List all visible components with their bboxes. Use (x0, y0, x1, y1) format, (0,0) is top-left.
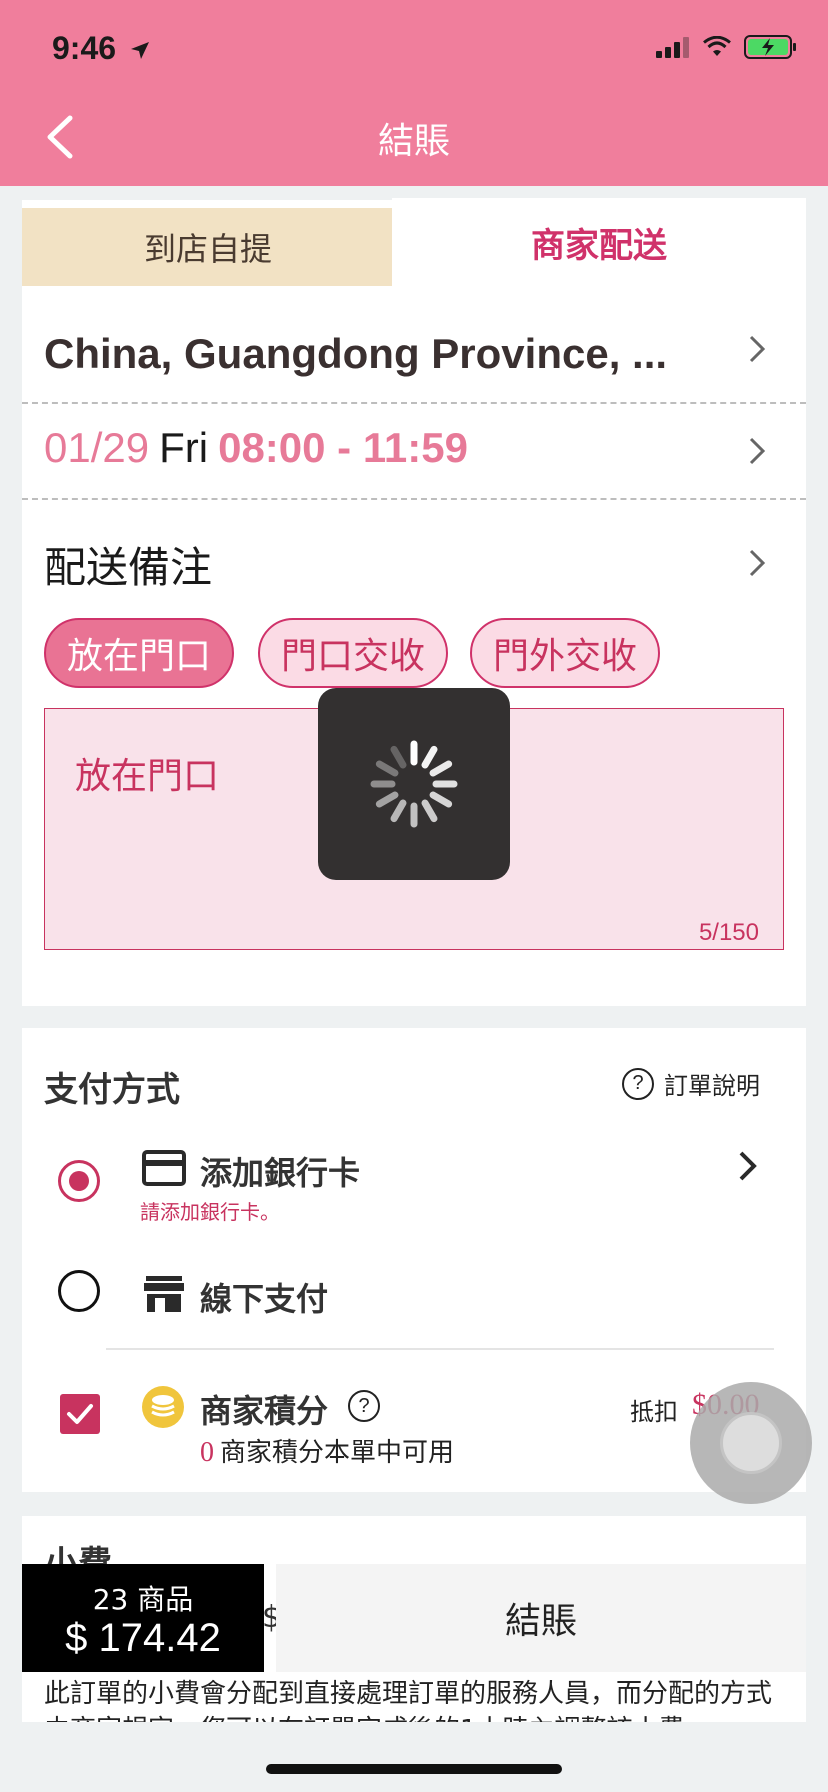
divider (106, 1348, 774, 1350)
points-available-text: 商家積分本單中可用 (220, 1438, 455, 1468)
merchant-points-label: 商家積分 (200, 1392, 329, 1430)
chevron-right-icon (749, 437, 766, 465)
points-help-icon[interactable]: ? (348, 1390, 380, 1422)
order-help-label: 訂單說明 (664, 1072, 760, 1100)
delivery-note-title: 配送備注 (44, 543, 213, 592)
payment-title: 支付方式 (44, 1070, 180, 1110)
coins-icon-glyph (151, 1395, 175, 1417)
location-arrow-icon (130, 41, 149, 59)
note-chip-hand-at-door[interactable]: 門口交收 (258, 618, 448, 688)
signal-icon (656, 37, 689, 58)
points-value: 0 (200, 1437, 214, 1468)
chevron-right-icon (749, 335, 766, 363)
help-question-icon: ? (622, 1067, 654, 1100)
home-indicator (266, 1764, 562, 1774)
assistive-touch-button[interactable] (690, 1382, 812, 1504)
page-title: 結賬 (377, 121, 450, 162)
order-help-link[interactable]: ? 訂單說明 (622, 1066, 760, 1101)
status-time: 9:46 (52, 30, 151, 67)
assistive-touch-inner (720, 1412, 782, 1474)
delivery-day: Fri (159, 424, 209, 471)
app-header: 9:46 結賬 (0, 0, 828, 186)
loading-spinner-icon (370, 740, 458, 828)
cart-item-count: 23 商品 (92, 1583, 194, 1616)
store-icon (144, 1276, 184, 1312)
status-time-text: 9:46 (52, 30, 117, 66)
divider (22, 498, 806, 500)
note-chip-leave-at-door[interactable]: 放在門口 (44, 618, 234, 688)
battery-charging-icon (744, 35, 796, 59)
tip-description: 此訂單的小費會分配到直接處理訂單的服務人員，而分配的方式由商家規定。您可以在訂單… (44, 1679, 773, 1722)
delivery-date: 01/29 (44, 424, 150, 471)
delivery-time-range: 08:00 - 11:59 (218, 424, 468, 471)
tab-delivery[interactable]: 商家配送 (392, 198, 806, 286)
wifi-icon (703, 36, 731, 56)
tip-title: 小費 (44, 1544, 112, 1566)
merchant-points-checkbox[interactable] (60, 1394, 100, 1434)
deduct-label: 抵扣 (630, 1398, 678, 1426)
radio-offline-payment[interactable] (58, 1270, 100, 1312)
cart-total: $ 174.42 (65, 1616, 221, 1660)
status-icons (656, 34, 798, 60)
note-text: 放在門口 (75, 756, 220, 797)
add-card-row[interactable] (130, 1140, 770, 1230)
delivery-address: China, Guangdong Province, ... (44, 330, 668, 377)
coins-icon (142, 1386, 184, 1428)
checkmark-icon (67, 1404, 93, 1424)
chevron-right-icon (749, 549, 766, 577)
chevron-right-icon (739, 1151, 757, 1181)
radio-add-card-selected[interactable] (58, 1160, 100, 1202)
note-char-count: 5/150 (698, 919, 759, 946)
offline-payment-label: 線下支付 (200, 1280, 329, 1318)
points-available: 0 商家積分本單中可用 (200, 1432, 454, 1469)
checkout-button[interactable]: 結賬 (276, 1564, 806, 1672)
tab-pickup[interactable]: 到店自提 (22, 208, 394, 286)
loading-overlay (318, 688, 510, 880)
cart-summary[interactable]: 23 商品 $ 174.42 (22, 1564, 264, 1672)
delivery-time: 01/29 Fri 08:00 - 11:59 (44, 424, 468, 472)
note-chip-hand-outside[interactable]: 門外交收 (470, 618, 660, 688)
radio-dot (69, 1171, 89, 1191)
